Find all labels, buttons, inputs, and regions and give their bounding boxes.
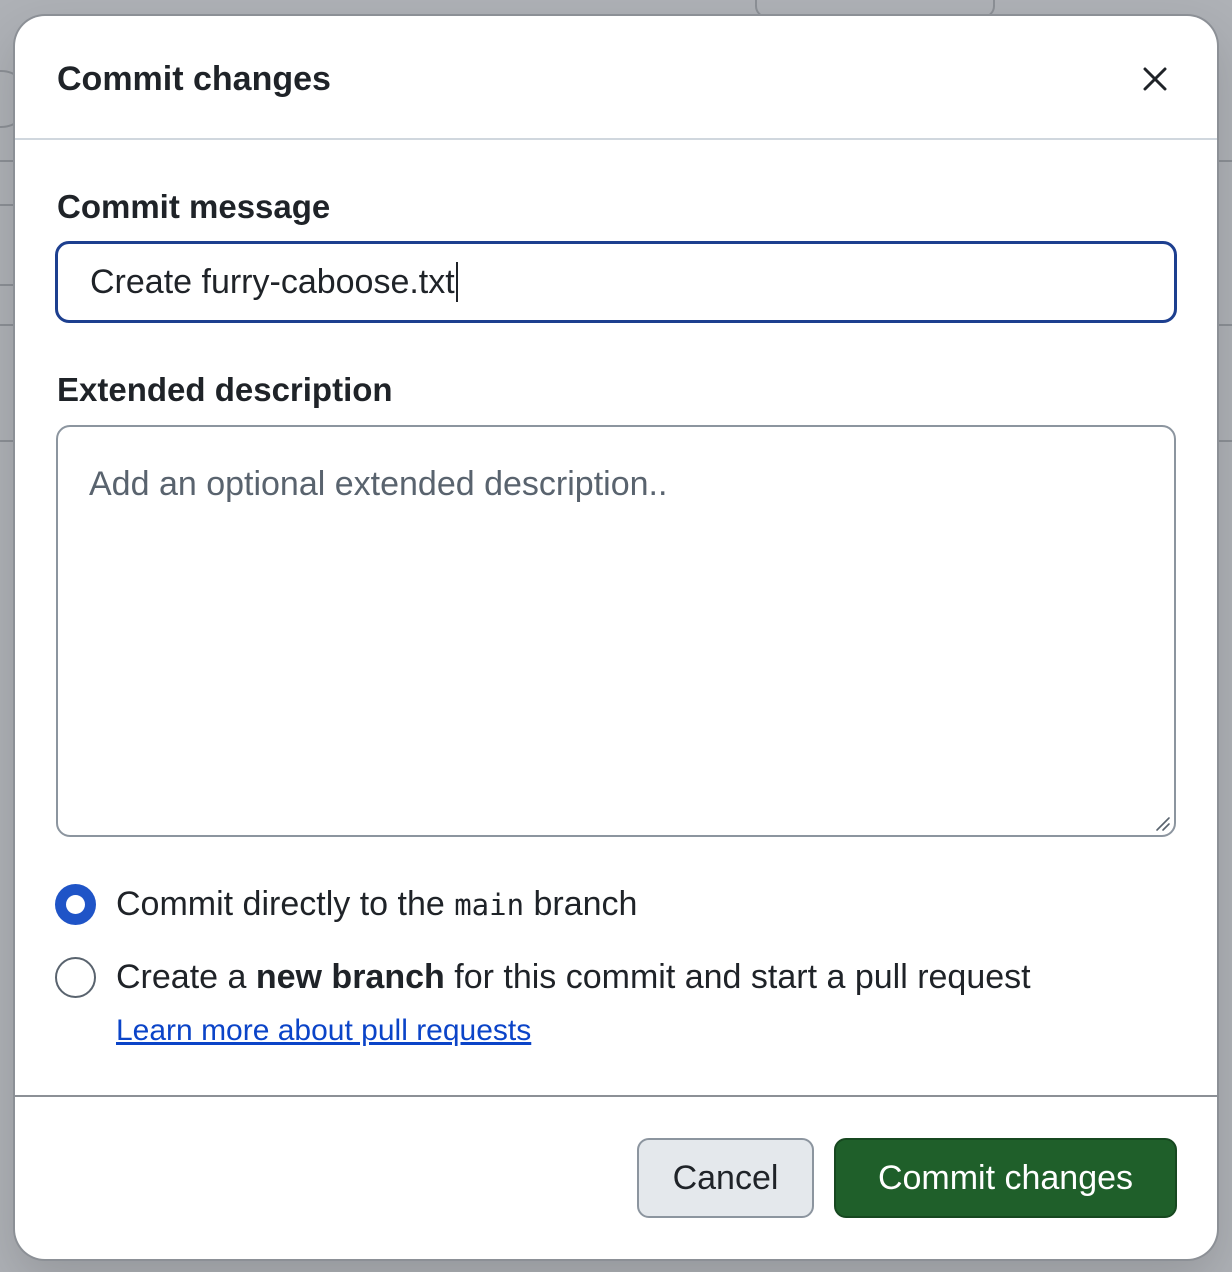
commit-message-value: Create furry-caboose.txt	[90, 262, 455, 301]
branch-name: main	[454, 888, 525, 922]
dialog-title: Commit changes	[57, 60, 331, 98]
background-divider	[1216, 324, 1232, 326]
commit-changes-dialog: Commit changes Commit message Create fur…	[15, 16, 1217, 1259]
background-divider	[0, 204, 16, 206]
background-divider	[1216, 160, 1232, 162]
learn-more-pull-requests-link[interactable]: Learn more about pull requests	[116, 1014, 531, 1048]
footer-divider	[15, 1095, 1217, 1097]
background-divider	[0, 284, 16, 286]
dialog-header: Commit changes	[15, 16, 1217, 140]
extended-description-label: Extended description	[57, 371, 393, 408]
background-divider	[0, 324, 16, 326]
cancel-button[interactable]: Cancel	[637, 1138, 814, 1218]
commit-direct-label: Commit directly to the main branch	[116, 885, 638, 923]
background-divider	[0, 160, 16, 162]
commit-message-input[interactable]: Create furry-caboose.txt	[55, 241, 1177, 323]
radio-new-branch[interactable]	[55, 957, 96, 998]
extended-description-textarea[interactable]: Add an optional extended description..	[56, 425, 1176, 837]
radio-commit-direct[interactable]	[55, 884, 96, 925]
new-branch-label: Create a new branch for this commit and …	[116, 958, 1031, 996]
new-branch-option[interactable]: Create a new branch for this commit and …	[55, 957, 1031, 998]
resize-handle-icon[interactable]	[1153, 814, 1171, 832]
commit-changes-button[interactable]: Commit changes	[834, 1138, 1177, 1218]
background-divider	[0, 440, 16, 442]
commit-message-label: Commit message	[57, 188, 331, 225]
close-icon	[1143, 67, 1167, 91]
extended-description-placeholder: Add an optional extended description..	[89, 465, 668, 503]
background-divider	[1216, 440, 1232, 442]
commit-direct-option[interactable]: Commit directly to the main branch	[55, 884, 637, 925]
text-caret	[455, 262, 458, 302]
close-button[interactable]	[1130, 54, 1180, 104]
